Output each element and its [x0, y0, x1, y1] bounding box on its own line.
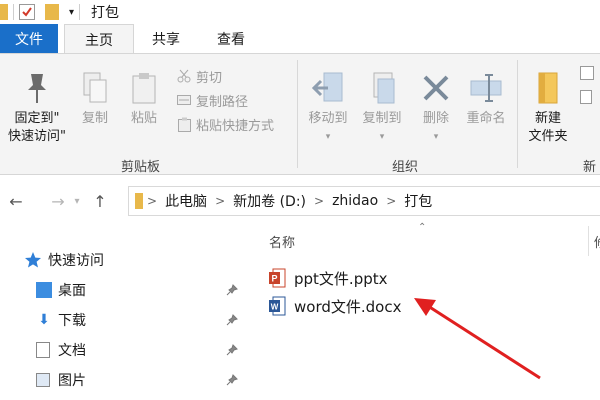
- clipboard-group-label: 剪贴板: [121, 160, 161, 175]
- pin-label-line2: 快速访问": [8, 129, 66, 144]
- breadcrumb-chevron-icon[interactable]: >: [147, 194, 157, 208]
- pin-icon[interactable]: [226, 374, 238, 386]
- powerpoint-icon: P: [269, 268, 286, 288]
- address-folder-icon: [135, 193, 143, 209]
- paste-button[interactable]: 粘贴: [122, 68, 166, 128]
- tab-share[interactable]: 共享: [134, 24, 198, 54]
- delete-chevron-icon: ▾: [433, 132, 439, 142]
- copy-to-chevron-icon: ▾: [379, 132, 385, 142]
- organize-group-label: 组织: [392, 160, 419, 175]
- up-arrow-icon[interactable]: ↑: [88, 192, 112, 211]
- breadcrumb-chevron-icon[interactable]: >: [215, 194, 225, 208]
- navigation-pane: 快速访问 桌面 ⬇ 下载 文档 图片: [0, 228, 250, 400]
- nav-item-downloads[interactable]: ⬇ 下载: [36, 308, 86, 332]
- rename-icon: [466, 68, 506, 108]
- tab-file[interactable]: 文件: [0, 24, 58, 54]
- new-folder-quick-icon[interactable]: [45, 4, 59, 20]
- new-folder-icon: [528, 68, 568, 108]
- nav-quick-access[interactable]: 快速访问: [24, 248, 104, 272]
- title-bar: ▾ 打包: [0, 0, 600, 24]
- breadcrumb-drive-d[interactable]: 新加卷 (D:): [233, 191, 306, 211]
- cut-button[interactable]: 剪切: [176, 66, 222, 86]
- nav-item-pictures[interactable]: 图片: [36, 368, 86, 392]
- word-icon: W: [269, 296, 286, 316]
- column-header-date-partial[interactable]: 修: [594, 232, 600, 251]
- pin-label-line1: 固定到": [14, 111, 60, 126]
- address-bar[interactable]: > 此电脑 > 新加卷 (D:) > zhidao > 打包: [128, 186, 600, 216]
- quick-access-toolbar: ▾: [0, 4, 85, 20]
- easy-access-icon[interactable]: [580, 90, 592, 104]
- breadcrumb-current-folder[interactable]: 打包: [404, 191, 432, 211]
- forward-arrow-icon[interactable]: →: [46, 192, 70, 211]
- move-to-icon: [308, 68, 348, 108]
- star-icon: [25, 252, 41, 268]
- tab-view[interactable]: 查看: [198, 24, 264, 54]
- ribbon-tabs: 文件 主页 共享 查看: [0, 24, 600, 54]
- pin-icon[interactable]: [226, 344, 238, 356]
- copy-button[interactable]: 复制: [74, 68, 116, 128]
- copy-icon: [75, 68, 115, 108]
- back-arrow-icon[interactable]: ←: [4, 192, 28, 211]
- delete-x-icon: [416, 68, 456, 108]
- desktop-folder-icon: [36, 282, 52, 298]
- document-icon: [36, 342, 50, 358]
- file-row-docx[interactable]: W word文件.docx: [268, 294, 401, 318]
- breadcrumb-zhidao[interactable]: zhidao: [332, 193, 378, 209]
- file-row-pptx[interactable]: P ppt文件.pptx: [268, 266, 388, 290]
- nav-item-desktop[interactable]: 桌面: [36, 278, 86, 302]
- nav-item-documents[interactable]: 文档: [36, 338, 86, 362]
- column-header-name[interactable]: 名称: [269, 232, 295, 251]
- move-to-button[interactable]: 移动到 ▾: [302, 68, 354, 146]
- copy-path-icon: [176, 92, 192, 108]
- breadcrumb-this-pc[interactable]: 此电脑: [165, 191, 207, 211]
- rename-button[interactable]: 重命名: [460, 68, 512, 128]
- folder-icon: [0, 4, 8, 20]
- move-to-chevron-icon: ▾: [325, 132, 331, 142]
- pin-icon[interactable]: [226, 284, 238, 296]
- copy-to-button[interactable]: 复制到 ▾: [356, 68, 408, 146]
- pin-icon: [17, 68, 57, 108]
- new-folder-button[interactable]: 新建 文件夹: [522, 68, 574, 146]
- clipboard-icon: [124, 68, 164, 108]
- paste-shortcut-button[interactable]: 粘贴快捷方式: [176, 114, 274, 134]
- file-list-pane: ⌃ 名称 修 P ppt文件.pptx W word文件.docx: [250, 220, 600, 400]
- customize-toolbar-chevron-icon[interactable]: ▾: [69, 7, 74, 18]
- scissors-icon: [176, 68, 192, 84]
- delete-button[interactable]: 删除 ▾: [414, 68, 458, 146]
- ribbon: 固定到" 快速访问" 复制 粘贴 剪切 复制路径 粘贴快捷方式 剪贴板 移动到 …: [0, 53, 600, 175]
- file-name: ppt文件.pptx: [294, 269, 388, 288]
- sort-ascending-icon: ⌃: [418, 222, 427, 233]
- pin-quick-access-button[interactable]: 固定到" 快速访问": [4, 68, 70, 146]
- svg-text:P: P: [271, 274, 277, 284]
- copy-path-button[interactable]: 复制路径: [176, 90, 248, 110]
- copy-label: 复制: [81, 111, 108, 126]
- paste-label: 粘贴: [130, 111, 157, 126]
- new-item-icon[interactable]: [580, 66, 594, 80]
- breadcrumb-chevron-icon[interactable]: >: [386, 194, 396, 208]
- download-arrow-icon: ⬇: [38, 312, 50, 328]
- window-title: 打包: [91, 5, 120, 21]
- picture-icon: [36, 373, 50, 387]
- svg-text:W: W: [271, 303, 279, 312]
- tab-home[interactable]: 主页: [64, 24, 134, 54]
- paste-shortcut-icon: [176, 116, 192, 132]
- properties-checkbox-icon[interactable]: [19, 4, 35, 20]
- file-name: word文件.docx: [294, 297, 402, 316]
- new-group-label: 新: [583, 160, 597, 175]
- navigation-row: ← → ▾ ↑ > 此电脑 > 新加卷 (D:) > zhidao > 打包: [0, 186, 600, 216]
- copy-to-icon: [362, 68, 402, 108]
- breadcrumb-chevron-icon[interactable]: >: [314, 194, 324, 208]
- recent-locations-chevron-icon[interactable]: ▾: [70, 196, 84, 207]
- pin-icon[interactable]: [226, 314, 238, 326]
